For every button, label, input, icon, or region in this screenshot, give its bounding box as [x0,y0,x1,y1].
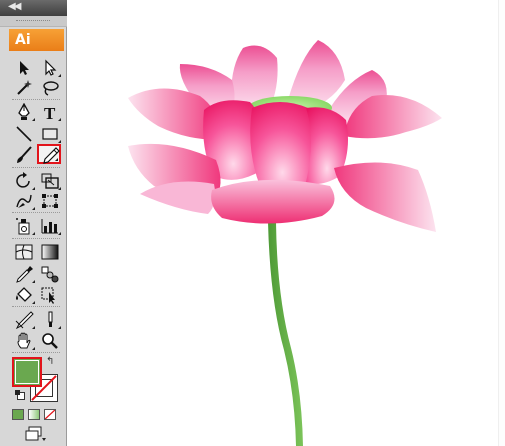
live-paint-selection-tool[interactable] [38,285,62,305]
eraser-tool[interactable] [38,310,62,330]
warp-icon [16,194,32,208]
lasso-icon [43,81,59,96]
symbol-sprayer-tool[interactable] [12,216,36,236]
petal [250,102,315,191]
hand-tool[interactable] [12,331,36,351]
pencil-tool[interactable] [37,144,61,164]
free-transform-tool[interactable] [38,191,62,211]
symbol-sprayer-icon [16,218,30,235]
graph-tool[interactable] [38,216,62,236]
type-icon: T [44,104,56,121]
screen-mode-button[interactable] [20,426,48,442]
warp-tool[interactable] [12,191,36,211]
hollow-arrow-icon [45,59,57,76]
rectangle-tool[interactable] [38,124,62,144]
rotate-icon [16,172,30,188]
petal [140,181,216,214]
artboard[interactable] [67,0,505,446]
magic-wand-icon [17,80,32,95]
toolbar-divider [12,352,60,354]
svg-text:T: T [44,104,56,121]
petal [211,179,335,224]
column-graph-icon [41,219,58,234]
paintbrush-icon [17,146,32,163]
hand-icon [17,332,31,349]
eyedropper-tool[interactable] [12,264,36,284]
panel-grip[interactable] [0,16,67,27]
zoom-tool[interactable] [38,331,62,351]
eyedropper-icon [16,266,33,283]
paint-bucket-icon [16,287,32,302]
petal [334,162,436,232]
pen-icon [18,103,30,120]
gradient-tool[interactable] [38,242,62,262]
stem [268,222,303,446]
paintbrush-tool[interactable] [12,145,36,165]
slice-icon [15,311,34,329]
blend-icon [41,266,59,283]
live-paint-selection-icon [41,287,55,304]
toolbar-divider [12,212,60,214]
pencil-icon [43,147,60,164]
gradient-mode-button[interactable] [28,409,40,420]
panel-collapse-bar[interactable]: ◀◀ [0,0,67,16]
toolbar-divider [12,306,60,308]
default-colors-icon[interactable] [15,390,25,400]
none-icon [45,410,55,419]
tools-panel: ◀◀ Ai T ↰ [0,0,67,446]
selection-tool[interactable] [12,58,36,78]
lasso-tool[interactable] [38,78,62,98]
mesh-tool[interactable] [12,242,36,262]
scale-tool[interactable] [38,171,62,191]
swap-fill-stroke-icon[interactable]: ↰ [46,356,54,367]
line-tool[interactable] [12,124,36,144]
pen-tool[interactable] [12,102,36,122]
direct-selection-tool[interactable] [38,58,62,78]
mesh-icon [15,244,33,260]
double-chevron-left-icon[interactable]: ◀◀ [8,1,21,12]
line-icon [16,126,32,142]
fill-swatch[interactable] [12,357,42,387]
toolbar-divider [12,167,60,169]
magic-wand-tool[interactable] [12,78,36,98]
slice-tool[interactable] [12,310,36,330]
type-tool[interactable]: T [38,102,62,122]
arrow-icon [20,61,29,75]
lotus-illustration[interactable] [67,0,505,446]
magnifier-icon [42,333,58,349]
live-paint-bucket-tool[interactable] [12,285,36,305]
toolbar-divider [12,99,60,101]
scale-icon [41,173,59,189]
rotate-tool[interactable] [12,171,36,191]
blend-tool[interactable] [38,264,62,284]
free-transform-icon [42,194,58,208]
color-mode-button[interactable] [12,409,24,420]
canvas-edge [498,0,505,446]
toolbar-divider [12,238,60,240]
eraser-icon [48,311,53,327]
screen-mode-icon [25,426,46,441]
none-mode-button[interactable] [44,409,56,420]
app-badge: Ai [9,29,64,51]
rectangle-icon [42,128,58,140]
gradient-icon [41,244,59,260]
